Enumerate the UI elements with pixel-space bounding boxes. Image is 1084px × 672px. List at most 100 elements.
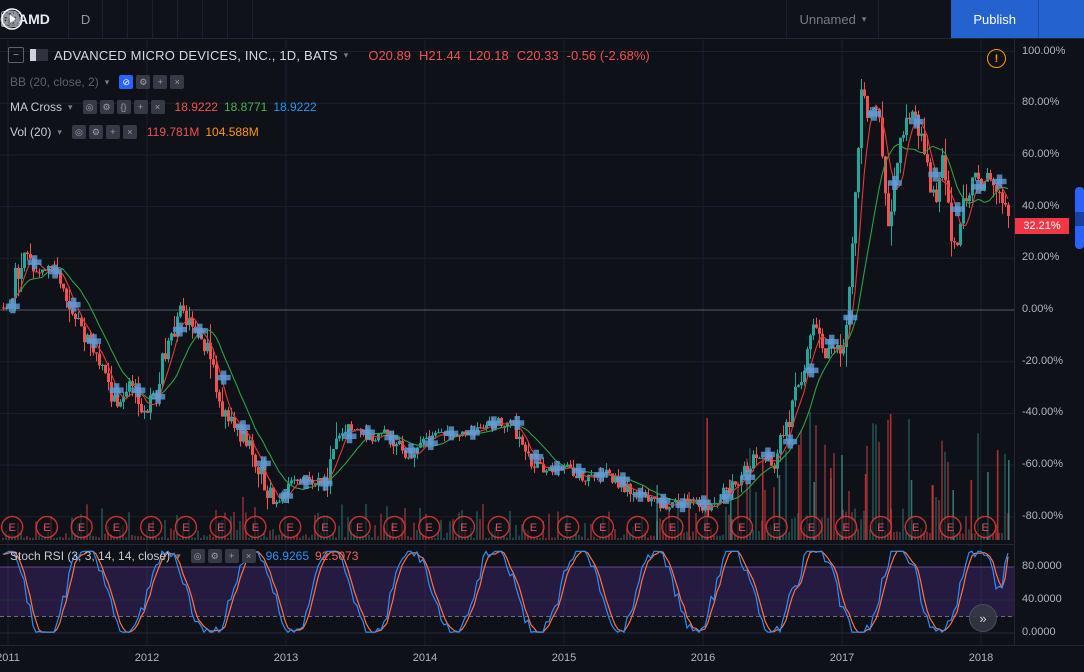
price-tick-label: -20.00% (1022, 355, 1063, 367)
price-tick-label: -40.00% (1022, 406, 1063, 418)
svg-text:E: E (8, 522, 15, 534)
stoch-d-value: 92.5073 (315, 549, 358, 563)
indicator-controls: ◎ ⚙ + × (191, 549, 256, 563)
main-price-pane[interactable]: EEEEEEEEEEEEEEEEEEEEEEEEEEEEE (0, 38, 1014, 545)
indicator-row-volume[interactable]: Vol (20) ▾ ◎ ⚙ + × 119.781M 104.588M (10, 125, 259, 139)
ma-cross-markers (6, 107, 1007, 512)
settings-gear-icon[interactable] (879, 0, 903, 38)
close-icon[interactable]: × (123, 125, 137, 139)
indicator-controls: ◎ ⚙ {} + × (83, 100, 165, 114)
indicator-name[interactable]: BB (20, close, 2) (10, 75, 99, 89)
pane-separator[interactable] (0, 544, 1014, 545)
play-icon (0, 7, 24, 31)
indicator-name[interactable]: Stoch RSI (3, 3, 14, 14, close) (10, 549, 170, 563)
gear-icon[interactable]: ⚙ (136, 75, 150, 89)
go-to-realtime-button[interactable]: » (969, 604, 997, 632)
plus-icon[interactable]: + (225, 549, 239, 563)
publish-block: Publish (951, 0, 1084, 38)
close-icon[interactable]: × (170, 75, 184, 89)
eye-hidden-icon[interactable]: ⊘ (119, 75, 133, 89)
chevron-down-icon[interactable]: ▾ (105, 77, 110, 88)
indicators-icon[interactable] (178, 0, 202, 38)
camera-icon[interactable] (927, 0, 951, 38)
svg-text:E: E (947, 522, 954, 534)
indicator-row-ma-cross[interactable]: MA Cross ▾ ◎ ⚙ {} + × 18.9222 18.8771 18… (10, 100, 317, 114)
price-tick-label: -60.00% (1022, 458, 1063, 470)
price-tick-label: 20.00% (1022, 251, 1059, 263)
eye-icon[interactable]: ◎ (83, 100, 97, 114)
warning-icon[interactable]: ! (987, 49, 1006, 68)
stoch-tick-label: 0.0000 (1022, 626, 1056, 638)
indicator-name[interactable]: Vol (20) (10, 125, 51, 139)
source-code-icon[interactable]: {} (117, 100, 131, 114)
year-label: 2017 (830, 652, 854, 664)
svg-text:E: E (599, 522, 606, 534)
price-tick-label: -80.00% (1022, 510, 1063, 522)
svg-text:E: E (286, 522, 293, 534)
compare-icon[interactable] (128, 0, 152, 38)
close-icon[interactable]: × (151, 100, 165, 114)
collapse-legend-icon[interactable]: − (8, 47, 24, 63)
ohlc-values: O20.89 H21.44 L20.18 C20.33 -0.56 (-2.68… (368, 48, 649, 63)
last-price-badge: 32.21% (1015, 218, 1069, 234)
svg-text:E: E (912, 522, 919, 534)
price-axis[interactable]: 100.00%80.00%60.00%40.00%20.00%0.00%-20.… (1014, 38, 1084, 645)
chevron-down-icon[interactable]: ▾ (344, 50, 349, 61)
undo-icon[interactable] (253, 0, 277, 38)
plus-icon[interactable]: + (106, 125, 120, 139)
interval-button[interactable]: D (69, 0, 102, 38)
svg-text:E: E (78, 522, 85, 534)
chevron-down-icon[interactable]: ▾ (68, 102, 73, 113)
eye-icon[interactable]: ◎ (72, 125, 86, 139)
earnings-markers: EEEEEEEEEEEEEEEEEEEEEEEEEEEEE (2, 517, 996, 538)
toolbar-right: Unnamed ▾ (762, 0, 1084, 38)
layout-icon[interactable] (762, 0, 786, 38)
chevron-down-icon[interactable]: ▾ (57, 127, 62, 138)
layout-name-menu[interactable]: Unnamed ▾ (787, 0, 878, 38)
svg-text:E: E (808, 522, 815, 534)
svg-text:E: E (425, 522, 432, 534)
series-title[interactable]: ADVANCED MICRO DEVICES, INC., 1D, BATS (54, 48, 338, 63)
line-tools-icon[interactable] (153, 0, 177, 38)
change-value: -0.56 (-2.68%) (567, 48, 650, 63)
publish-play-button[interactable] (1039, 0, 1084, 38)
indicator-name[interactable]: MA Cross (10, 100, 62, 114)
series-style-marker (30, 49, 48, 61)
indicator-controls: ◎ ⚙ + × (72, 125, 137, 139)
year-label: 2015 (552, 652, 576, 664)
svg-text:E: E (981, 522, 988, 534)
plus-icon[interactable]: + (134, 100, 148, 114)
time-axis[interactable]: 20112012201320142015201620172018 (0, 645, 1084, 672)
chart-style-icon[interactable] (103, 0, 127, 38)
gear-icon[interactable]: ⚙ (100, 100, 114, 114)
indicator-controls: ⊘ ⚙ + × (119, 75, 184, 89)
ma-line (3, 144, 1008, 504)
main-series-legend[interactable]: − ADVANCED MICRO DEVICES, INC., 1D, BATS… (8, 47, 650, 63)
svg-text:E: E (877, 522, 884, 534)
gear-icon[interactable]: ⚙ (89, 125, 103, 139)
price-tick-label: 80.00% (1022, 96, 1059, 108)
price-tick-label: 60.00% (1022, 148, 1059, 160)
alert-icon[interactable] (203, 0, 227, 38)
price-tick-label: 0.00% (1022, 303, 1053, 315)
volume-value: 119.781M (147, 125, 199, 139)
toolbar-left: AMD D (0, 0, 301, 38)
publish-button[interactable]: Publish (951, 0, 1038, 38)
close-icon[interactable]: × (242, 549, 256, 563)
chevron-down-icon[interactable]: ▾ (176, 551, 181, 562)
gear-icon[interactable]: ⚙ (208, 549, 222, 563)
indicator-row-bb[interactable]: BB (20, close, 2) ▾ ⊘ ⚙ + × (10, 75, 188, 89)
svg-text:E: E (530, 522, 537, 534)
svg-text:E: E (113, 522, 120, 534)
year-label: 2016 (691, 652, 715, 664)
replay-icon[interactable] (228, 0, 252, 38)
fullscreen-icon[interactable] (903, 0, 927, 38)
svg-text:E: E (564, 522, 571, 534)
eye-icon[interactable]: ◎ (191, 549, 205, 563)
redo-icon[interactable] (277, 0, 301, 38)
price-scale-scrollbar[interactable] (1075, 187, 1084, 249)
svg-text:E: E (147, 522, 154, 534)
indicator-row-stoch-rsi[interactable]: Stoch RSI (3, 3, 14, 14, close) ▾ ◎ ⚙ + … (10, 549, 358, 563)
svg-text:E: E (773, 522, 780, 534)
plus-icon[interactable]: + (153, 75, 167, 89)
